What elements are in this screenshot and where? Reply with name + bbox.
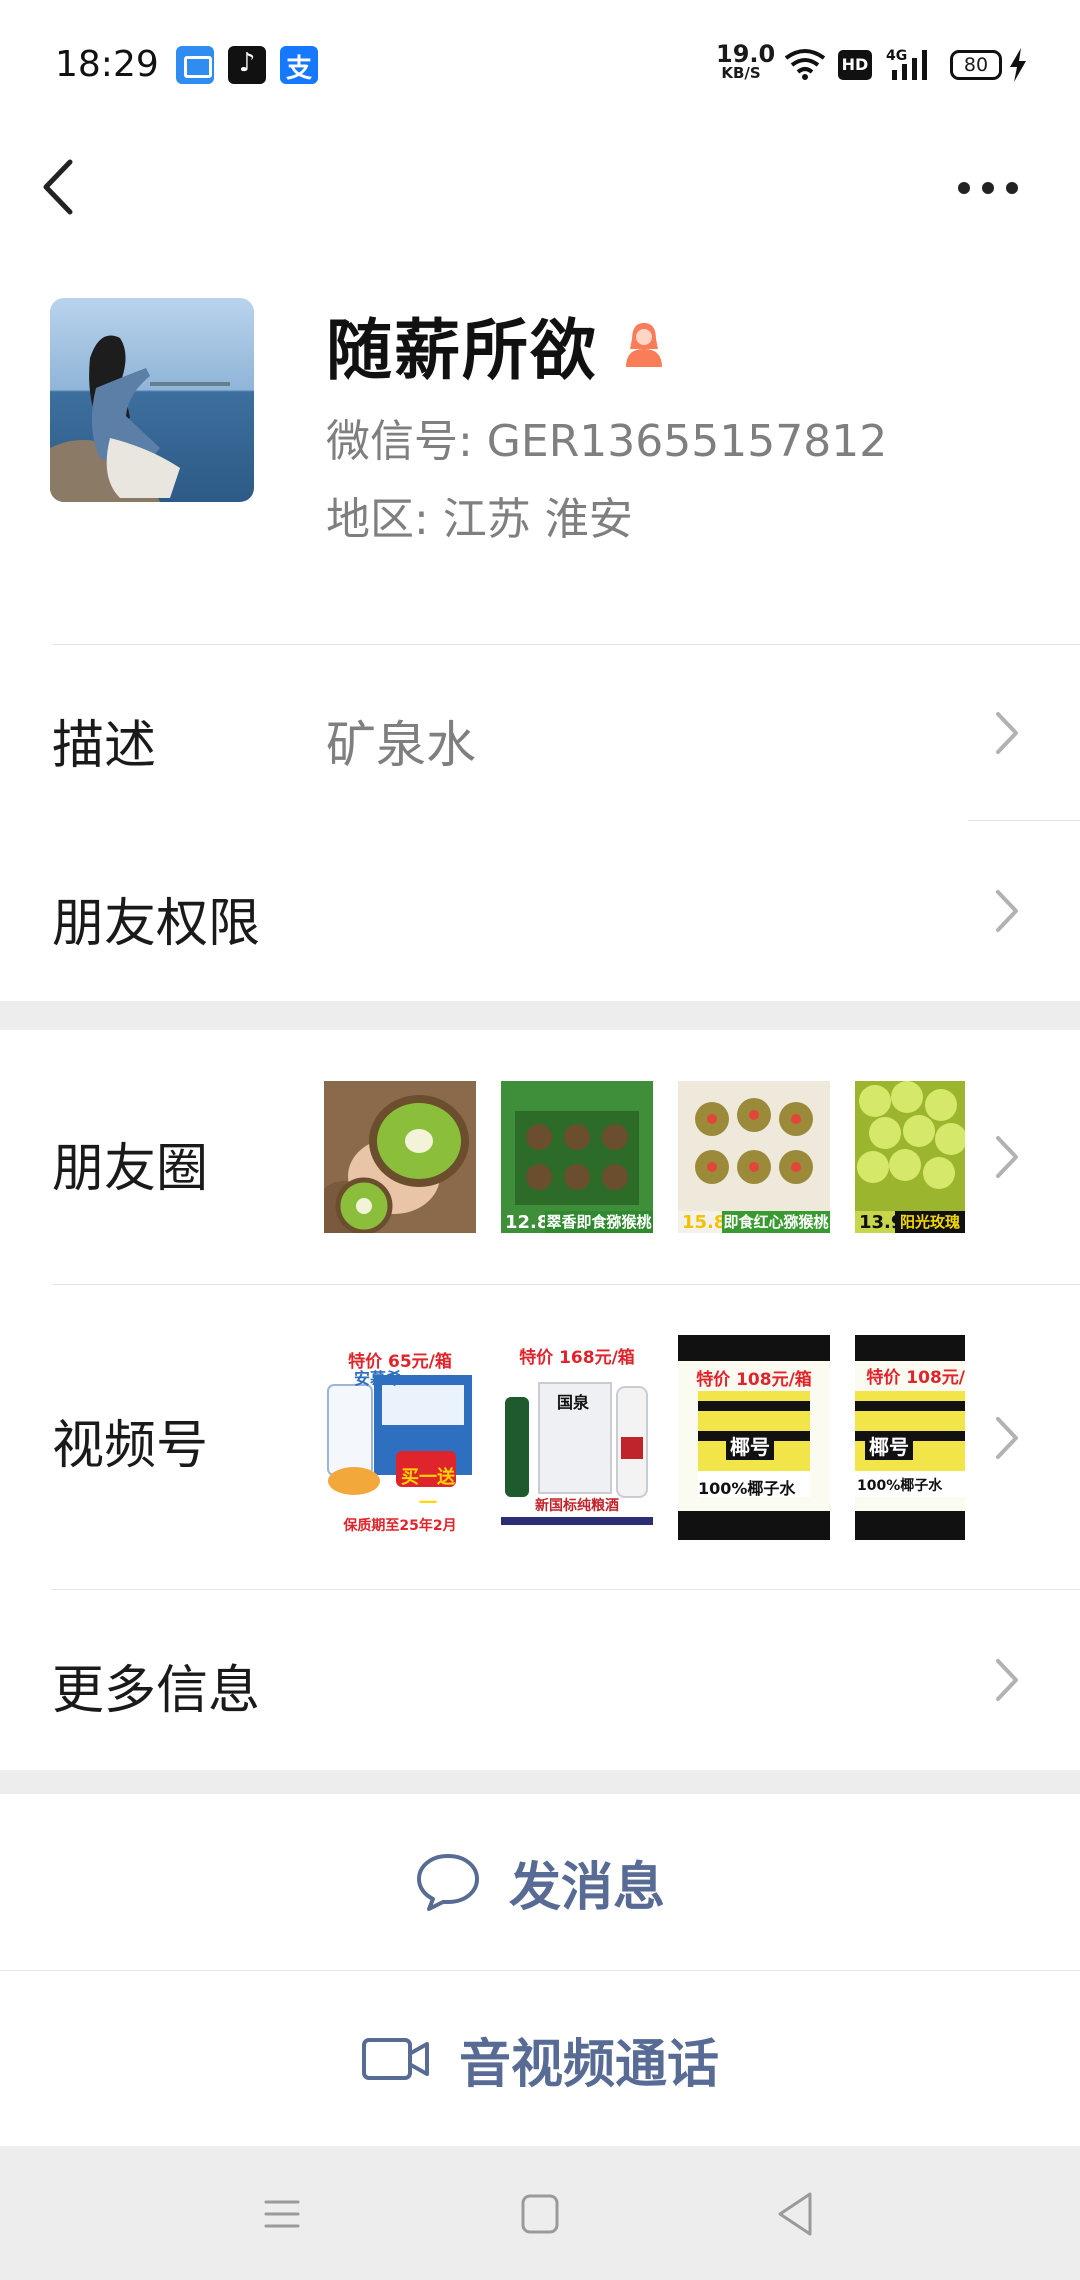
channel-thumb[interactable]: 特价 108元/箱 椰号 100%椰子水 bbox=[678, 1335, 830, 1540]
channel-thumb-brand: 国泉 bbox=[557, 1393, 590, 1412]
name-row: 随薪所欲 bbox=[326, 300, 670, 390]
channel-thumb-brand: 椰号 bbox=[726, 1431, 774, 1460]
channel-thumb-brand: 椰号 bbox=[865, 1431, 913, 1460]
network-speed-unit: KB/S bbox=[721, 64, 761, 82]
back-nav-button[interactable] bbox=[766, 2186, 826, 2242]
channel-thumb-footer: 新国标纯粮酒 bbox=[535, 1498, 619, 1514]
row-more-info[interactable]: 更多信息 bbox=[0, 1590, 1080, 1770]
tiktok-icon: ♪ bbox=[228, 46, 266, 84]
status-bar: 18:29 ♪ 支 19.0 KB/S HD 4G 80 bbox=[0, 0, 1080, 130]
video-camera-icon bbox=[361, 2038, 429, 2080]
send-message-button[interactable]: 发消息 bbox=[0, 1794, 1080, 1970]
moments-caption: 即食红心猕猴桃 bbox=[722, 1211, 830, 1233]
permissions-label: 朋友权限 bbox=[52, 894, 261, 954]
network-speed: 19.0 KB/S bbox=[716, 40, 776, 82]
moments-caption: 翠香即食猕猴桃 bbox=[545, 1211, 653, 1233]
kiwi-photo bbox=[324, 1081, 476, 1233]
female-icon bbox=[626, 323, 662, 367]
channels-thumbnails: 特价 65元/箱 安慕希 买一送一 保质期至25年2月 特价 168元/箱 国泉… bbox=[324, 1335, 966, 1540]
chat-bubble-icon bbox=[416, 1854, 479, 1911]
row-moments[interactable]: 朋友圈 12.8 翠香即食猕猴桃 15.8 即食红心猕猴桃 13.9 阳光玫瑰 bbox=[0, 1030, 1080, 1285]
video-call-label: 音视频通话 bbox=[458, 2034, 719, 2095]
signal-icon: 4G bbox=[886, 48, 927, 80]
moments-thumbnails: 12.8 翠香即食猕猴桃 15.8 即食红心猕猴桃 13.9 阳光玫瑰 bbox=[324, 1081, 966, 1233]
more-dots-icon bbox=[958, 182, 1018, 194]
menu-icon bbox=[264, 2200, 300, 2228]
send-message-content: 发消息 bbox=[0, 1794, 1080, 1970]
channel-thumb-title: 特价 108元/箱 bbox=[696, 1370, 812, 1390]
region: 地区: 江苏 淮安 bbox=[326, 494, 633, 545]
channel-thumb-footer: 100%椰子水 bbox=[857, 1478, 943, 1494]
wechat-id[interactable]: 微信号: GER13655157812 bbox=[326, 405, 887, 469]
top-bar bbox=[0, 130, 1080, 250]
moments-thumb[interactable] bbox=[324, 1081, 476, 1233]
moments-price: 15.8 bbox=[682, 1212, 727, 1233]
alipay-icon: 支 bbox=[280, 46, 318, 84]
video-call-content: 音视频通话 bbox=[0, 1971, 1080, 2147]
home-nav-button[interactable] bbox=[510, 2186, 570, 2242]
moments-thumb[interactable]: 12.8 翠香即食猕猴桃 bbox=[501, 1081, 653, 1233]
system-navigation-bar bbox=[0, 2146, 1080, 2280]
channel-thumb-title: 特价 168元/箱 bbox=[519, 1348, 635, 1368]
back-triangle-icon bbox=[778, 2192, 812, 2236]
moments-caption: 阳光玫瑰 bbox=[895, 1211, 965, 1233]
moments-thumb[interactable]: 13.9 阳光玫瑰 bbox=[855, 1081, 965, 1233]
kiwi-box-photo bbox=[501, 1081, 653, 1211]
moments-label: 朋友圈 bbox=[52, 1139, 209, 1199]
status-time: 18:29 bbox=[55, 44, 159, 85]
files-app-icon bbox=[176, 46, 214, 84]
channel-thumb[interactable]: 特价 65元/箱 安慕希 买一送一 保质期至25年2月 bbox=[324, 1335, 476, 1540]
grape-photo bbox=[855, 1081, 965, 1211]
channel-thumb-strip bbox=[501, 1517, 653, 1525]
chevron-right-icon bbox=[996, 890, 1018, 932]
signal-label: 4G bbox=[886, 48, 907, 64]
row-description[interactable]: 描述 矿泉水 bbox=[0, 645, 1080, 821]
menu-nav-button[interactable] bbox=[252, 2186, 312, 2242]
channel-thumb[interactable]: 特价 108元/ 椰号 100%椰子水 bbox=[855, 1335, 965, 1540]
chevron-right-icon bbox=[996, 712, 1018, 754]
home-square-icon bbox=[521, 2194, 559, 2234]
liquor-product-art bbox=[505, 1382, 648, 1498]
battery-indicator: 80 bbox=[950, 50, 1002, 80]
channel-thumb-title: 特价 108元/ bbox=[866, 1368, 965, 1388]
channels-label: 视频号 bbox=[52, 1416, 209, 1476]
avatar[interactable] bbox=[50, 298, 254, 502]
moments-price: 12.8 bbox=[505, 1212, 550, 1233]
channel-thumb[interactable]: 特价 168元/箱 国泉 新国标纯粮酒 bbox=[501, 1335, 653, 1540]
more-button[interactable] bbox=[948, 158, 1028, 218]
red-kiwi-photo bbox=[678, 1081, 830, 1211]
channel-thumb-brand: 安慕希 bbox=[354, 1369, 403, 1388]
chevron-right-icon bbox=[996, 1417, 1018, 1459]
hd-badge: HD bbox=[838, 50, 872, 80]
description-label: 描述 bbox=[52, 716, 157, 776]
video-call-button[interactable]: 音视频通话 bbox=[0, 1971, 1080, 2147]
contact-name: 随薪所欲 bbox=[326, 312, 598, 389]
more-info-label: 更多信息 bbox=[52, 1661, 261, 1721]
row-friend-permissions[interactable]: 朋友权限 bbox=[0, 821, 1080, 1001]
chevron-left-icon bbox=[43, 159, 73, 215]
channel-thumb-footer: 保质期至25年2月 bbox=[343, 1518, 457, 1534]
chevron-right-icon bbox=[996, 1659, 1018, 1701]
channel-thumb-badge: 买一送一 bbox=[401, 1467, 455, 1514]
profile-header: 随薪所欲 微信号: GER13655157812 地区: 江苏 淮安 bbox=[0, 250, 1080, 645]
moments-thumb[interactable]: 15.8 即食红心猕猴桃 bbox=[678, 1081, 830, 1233]
charging-icon bbox=[1010, 48, 1026, 82]
channel-thumb-footer: 100%椰子水 bbox=[698, 1479, 796, 1498]
row-channels[interactable]: 视频号 特价 65元/箱 安慕希 买一送一 保质期至25年2月 特价 168元/… bbox=[0, 1285, 1080, 1590]
chevron-right-icon bbox=[996, 1136, 1018, 1178]
wifi-icon bbox=[784, 49, 826, 80]
back-button[interactable] bbox=[30, 142, 90, 232]
send-message-label: 发消息 bbox=[508, 1857, 665, 1918]
network-speed-value: 19.0 bbox=[716, 40, 776, 68]
description-value: 矿泉水 bbox=[326, 716, 476, 774]
